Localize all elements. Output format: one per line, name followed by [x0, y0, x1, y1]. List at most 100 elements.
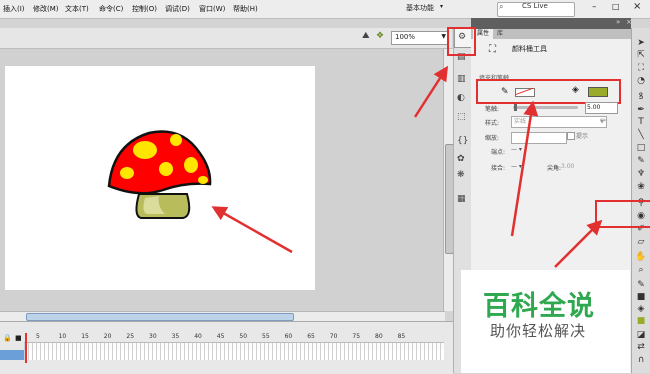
menu-insert[interactable]: 插入(I)	[3, 4, 25, 14]
stroke-color-well[interactable]: ■	[635, 292, 647, 302]
no-color-icon	[515, 88, 533, 95]
frame-number: 70	[329, 333, 338, 340]
menu-help[interactable]: 帮助(H)	[233, 4, 258, 14]
stroke-color-icon[interactable]: ✎	[635, 280, 647, 290]
frame-number: 5	[36, 333, 40, 340]
workspace-switcher[interactable]: 基本功能	[406, 3, 434, 13]
style-select[interactable]: 实线 ▼	[511, 116, 607, 128]
code-snippet-icon[interactable]: {}	[457, 136, 468, 146]
frame-number: 35	[171, 333, 180, 340]
pencil-tool-icon[interactable]: ✎	[635, 156, 647, 166]
motion-presets-icon[interactable]: ❋	[457, 170, 465, 180]
rectangle-tool-icon[interactable]: □	[635, 143, 647, 153]
menu-text[interactable]: 文本(T)	[65, 4, 89, 14]
snap-icon[interactable]: ∩	[635, 355, 647, 365]
edit-symbol-icon[interactable]: ❖	[376, 31, 384, 41]
selection-tool-icon[interactable]: ➤	[635, 38, 647, 48]
close-icon[interactable]: ×	[626, 18, 632, 26]
menu-window[interactable]: 窗口(W)	[199, 4, 225, 14]
layer-row[interactable]	[0, 350, 24, 360]
text-tool-icon[interactable]: T	[635, 117, 647, 127]
tab-library[interactable]: 库	[493, 29, 507, 39]
miter-value[interactable]: 3.00	[561, 163, 574, 170]
properties-button-highlight	[447, 27, 476, 56]
style-value: 实线	[514, 118, 527, 125]
frame-number: 20	[103, 333, 112, 340]
stage[interactable]	[5, 66, 315, 290]
components-icon[interactable]: ✿	[457, 154, 465, 164]
edit-scene-icon[interactable]: ⛰	[362, 31, 370, 41]
edit-stroke-style-icon[interactable]: ✏	[600, 116, 607, 125]
join-select[interactable]: — ▾	[511, 163, 522, 170]
frame-row[interactable]	[24, 350, 444, 360]
frame-number: 15	[81, 333, 89, 340]
slider-thumb[interactable]	[514, 104, 517, 111]
subselection-tool-icon[interactable]: ⇱	[635, 50, 647, 60]
watermark-title: 百科全说	[483, 291, 595, 322]
zoom-value: 100%	[395, 33, 416, 41]
frame-number: 60	[284, 333, 293, 340]
scale-label: 缩放:	[485, 135, 500, 142]
watermark-subtitle: 助你轻松解决	[490, 322, 587, 340]
3d-rotation-tool-icon[interactable]: ◔	[635, 76, 647, 86]
menu-commands[interactable]: 命令(C)	[99, 4, 123, 14]
horizontal-scrollbar[interactable]	[0, 311, 445, 321]
maximize-button[interactable]: □	[612, 2, 620, 11]
panel-tabs: 属性 库	[471, 29, 631, 39]
hint-checkbox[interactable]	[567, 132, 575, 140]
cap-select[interactable]: — ▾	[511, 146, 522, 153]
tab-properties[interactable]: 属性	[473, 29, 494, 39]
transform-icon[interactable]: ⬚	[457, 112, 466, 122]
paint-bucket-icon: ⛶	[489, 44, 496, 55]
frame-number: 65	[307, 333, 315, 340]
hand-tool-icon[interactable]: ✋	[635, 252, 647, 262]
close-button[interactable]: ×	[633, 1, 641, 12]
frame-number: 55	[262, 333, 270, 340]
lock-icon[interactable]: 🔒	[3, 334, 12, 342]
fill-color-well[interactable]: ■	[635, 316, 647, 326]
playhead[interactable]	[25, 333, 27, 363]
cap-label: 端点:	[491, 149, 506, 156]
frame-number: 30	[149, 333, 157, 340]
info-icon[interactable]: ◐	[457, 93, 465, 103]
outline-icon[interactable]: ■	[15, 334, 22, 342]
scroll-thumb[interactable]	[26, 313, 294, 321]
cap-dot	[184, 157, 198, 173]
swap-colors-icon[interactable]: ⇄	[635, 342, 647, 352]
chevron-down-icon[interactable]: ▾	[440, 3, 443, 10]
watermark: 百科全说 助你轻松解决	[461, 270, 630, 373]
fill-color-swatch[interactable]	[588, 87, 608, 97]
collapse-icon[interactable]: »	[616, 18, 620, 26]
black-white-icon[interactable]: ◪	[635, 330, 647, 340]
stroke-width-input[interactable]: 5.00	[585, 102, 618, 114]
pen-tool-icon[interactable]: ✒	[635, 105, 647, 115]
menu-modify[interactable]: 修改(M)	[33, 4, 59, 14]
align-icon[interactable]: ▥	[457, 74, 466, 84]
eraser-tool-icon[interactable]: ▱	[635, 237, 647, 247]
miter-label: 尖角:	[547, 165, 562, 172]
fill-color-icon[interactable]: ◈	[635, 304, 647, 314]
menu-control[interactable]: 控制(O)	[132, 4, 157, 14]
cap-dot	[159, 162, 173, 176]
minimize-button[interactable]: –	[592, 2, 597, 12]
cap-dot	[120, 167, 134, 179]
document-toolbar: ⛰ ❖ 100% ▼	[0, 28, 452, 49]
frame-number: 10	[58, 333, 67, 340]
menu-debug[interactable]: 调试(D)	[165, 4, 190, 14]
zoom-tool-icon[interactable]: ⌕	[635, 265, 647, 275]
deco-tool-icon[interactable]: ❀	[635, 182, 647, 192]
cap-dot	[133, 141, 157, 159]
stroke-slider[interactable]	[513, 106, 578, 109]
line-tool-icon[interactable]: ╲	[635, 130, 647, 140]
zoom-select[interactable]: 100% ▼	[391, 31, 449, 45]
frame-number: 80	[375, 333, 383, 340]
history-icon[interactable]: ▦	[457, 194, 466, 204]
free-transform-tool-icon[interactable]: ⛶	[635, 63, 647, 73]
cs-live-button[interactable]: CS Live	[522, 2, 548, 10]
lasso-tool-icon[interactable]: ꝸ	[635, 89, 647, 102]
style-label: 样式:	[485, 120, 500, 127]
scale-select[interactable]	[511, 132, 567, 144]
join-label: 接合:	[491, 165, 506, 172]
brush-tool-icon[interactable]: ♆	[635, 169, 647, 179]
stroke-label: 笔触:	[485, 106, 500, 113]
